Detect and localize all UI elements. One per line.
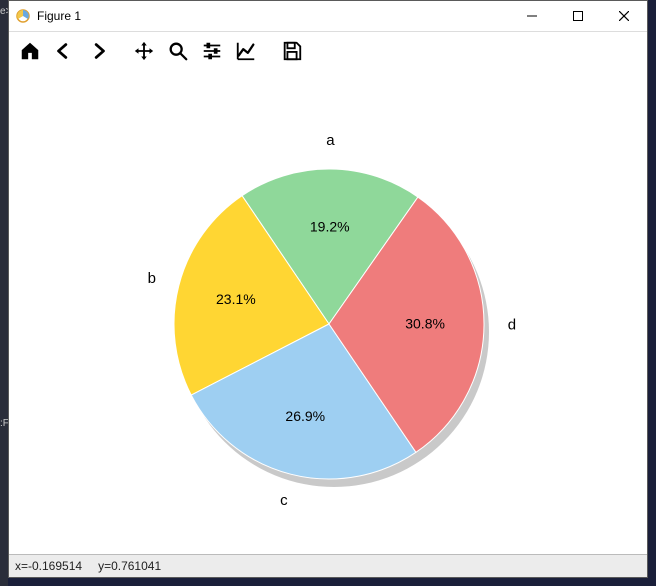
minimize-button[interactable] [509, 1, 555, 31]
mpl-toolbar [9, 32, 647, 71]
cursor-y: y=0.761041 [98, 559, 161, 573]
home-button[interactable] [14, 35, 46, 67]
pan-button[interactable] [128, 35, 160, 67]
titlebar[interactable]: Figure 1 [9, 1, 647, 32]
figure-canvas[interactable]: 19.2% a 23.1% b 26.9% c 30.8% d [9, 69, 647, 555]
pie-chart: 19.2% a 23.1% b 26.9% c 30.8% d [9, 69, 647, 555]
window-title: Figure 1 [37, 9, 81, 23]
forward-button[interactable] [82, 35, 114, 67]
pie-label-a: a [326, 132, 335, 149]
save-button[interactable] [276, 35, 308, 67]
ide-gutter: e> :F [0, 0, 8, 586]
pie-pct-b: 23.1% [216, 291, 256, 307]
pie-pct-d: 30.8% [405, 315, 445, 331]
back-button[interactable] [48, 35, 80, 67]
pie-pct-c: 26.9% [285, 408, 325, 424]
pie-pct-a: 19.2% [310, 219, 350, 235]
pie-label-d: d [508, 316, 516, 333]
close-button[interactable] [601, 1, 647, 31]
figure-window: Figure 1 [8, 0, 648, 578]
maximize-button[interactable] [555, 1, 601, 31]
cursor-x: x=-0.169514 [15, 559, 82, 573]
configure-subplots-button[interactable] [196, 35, 228, 67]
status-bar: x=-0.169514 y=0.761041 [9, 554, 647, 577]
zoom-button[interactable] [162, 35, 194, 67]
pie-label-b: b [148, 270, 156, 287]
edit-axes-button[interactable] [230, 35, 262, 67]
pie-label-c: c [280, 492, 288, 509]
app-icon [15, 8, 31, 24]
